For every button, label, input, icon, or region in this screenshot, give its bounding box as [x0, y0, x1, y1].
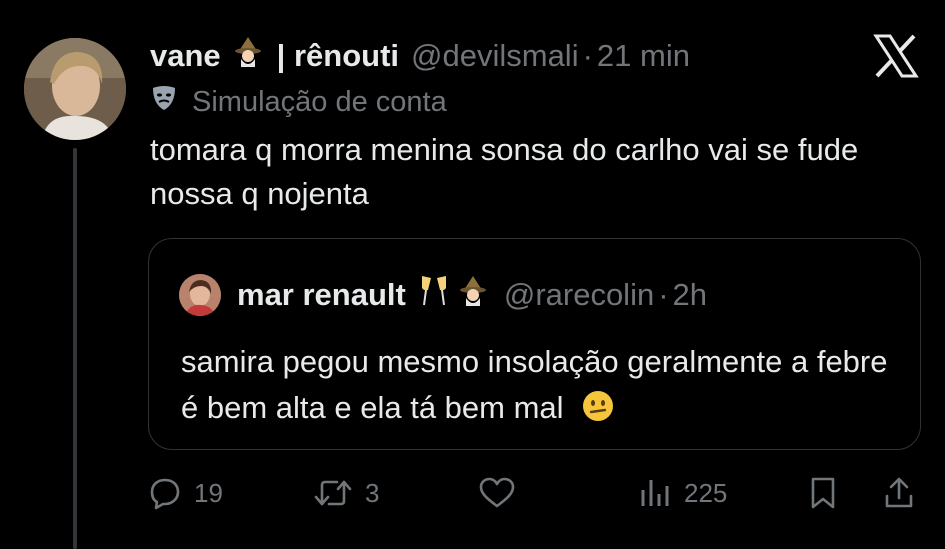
- display-name-suffix: | rênouti: [276, 38, 400, 73]
- quote-header: mar renault @rarecolin · 2h: [179, 273, 707, 317]
- account-simulation-label: Simulação de conta: [150, 84, 447, 120]
- views-count: 225: [684, 477, 728, 508]
- bookmark-icon: [808, 476, 838, 510]
- action-bar: 19 3 225: [148, 470, 923, 516]
- share-icon: [883, 476, 915, 510]
- mage-emoji: [231, 35, 265, 77]
- like-button[interactable]: [478, 470, 516, 516]
- quote-avatar[interactable]: [179, 274, 221, 316]
- reply-button[interactable]: 19: [148, 470, 223, 516]
- dot-separator: ·: [582, 38, 593, 73]
- repost-count: 3: [365, 477, 380, 508]
- quote-handle[interactable]: @rarecolin: [504, 277, 654, 313]
- dot-separator: ·: [658, 277, 669, 312]
- mage-emoji: [456, 274, 490, 316]
- reply-icon: [148, 476, 182, 510]
- repost-button[interactable]: 3: [313, 470, 379, 516]
- quote-text-body: samira pegou mesmo insolação geralmente …: [181, 344, 888, 425]
- timestamp[interactable]: 21 min: [597, 38, 690, 74]
- views-button[interactable]: 225: [638, 470, 727, 516]
- quote-display-name[interactable]: mar renault: [237, 277, 406, 313]
- quote-timestamp[interactable]: 2h: [673, 277, 707, 313]
- champagne-glasses-emoji: [418, 274, 450, 316]
- avatar[interactable]: [24, 38, 126, 140]
- quoted-tweet[interactable]: mar renault @rarecolin · 2h samira pegou…: [148, 238, 921, 450]
- thread-line: [73, 148, 77, 549]
- quote-text: samira pegou mesmo insolação geralmente …: [181, 339, 901, 435]
- repost-icon: [313, 476, 353, 510]
- confused-face-emoji: [582, 389, 614, 435]
- theater-masks-icon: [150, 84, 178, 120]
- share-button[interactable]: [883, 470, 915, 516]
- simulation-text: Simulação de conta: [192, 85, 447, 118]
- display-name[interactable]: vane: [150, 38, 221, 74]
- handle[interactable]: @devilsmali: [411, 38, 579, 74]
- tweet-header: vane | rênouti @devilsmali · 21 min: [150, 34, 690, 78]
- bookmark-button[interactable]: [808, 470, 838, 516]
- tweet-text: tomara q morra menina sonsa do carlho va…: [150, 132, 859, 211]
- x-logo-icon[interactable]: [872, 34, 920, 78]
- reply-count: 19: [194, 477, 223, 508]
- analytics-icon: [638, 476, 672, 510]
- heart-icon: [478, 476, 516, 510]
